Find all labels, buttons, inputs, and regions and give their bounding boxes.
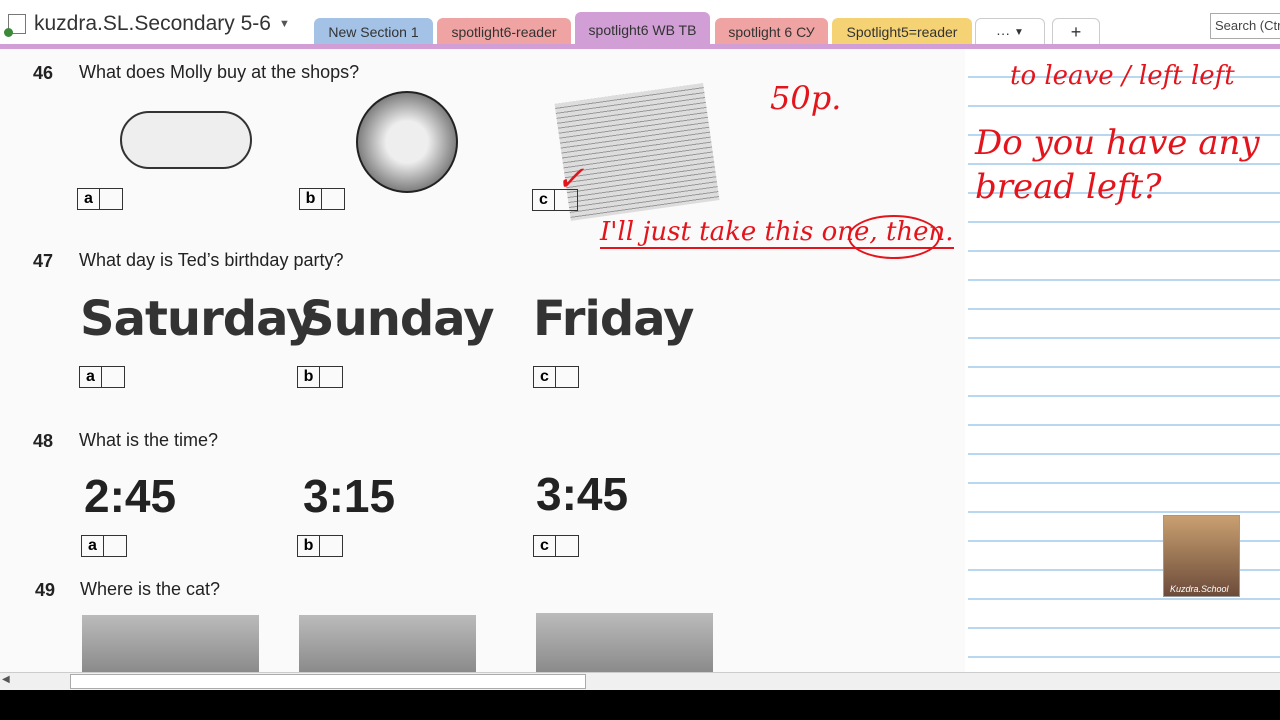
question-number: 48 bbox=[33, 431, 54, 451]
search-input[interactable]: Search (Ctrl bbox=[1210, 13, 1280, 39]
tab-bar: kuzdra.SL.Secondary 5-6 ▼ New Section 1 … bbox=[0, 0, 1280, 48]
question-text: Where is the cat? bbox=[80, 579, 221, 599]
notebook-title: kuzdra.SL.Secondary 5-6 bbox=[34, 12, 271, 35]
choice-time-a: 2:45 bbox=[84, 470, 177, 522]
answer-box-a[interactable]: a bbox=[79, 366, 125, 388]
tab-spotlight6-reader[interactable]: spotlight6-reader bbox=[437, 18, 571, 46]
tab-spotlight5-reader[interactable]: Spotlight5=reader bbox=[832, 18, 972, 46]
page-canvas[interactable]: 46 What does Molly buy at the shops? a b… bbox=[0, 49, 1280, 672]
bread-image bbox=[120, 111, 252, 169]
answer-box-a[interactable]: a bbox=[81, 535, 127, 557]
scrollbar-thumb[interactable] bbox=[70, 674, 586, 689]
avatar-label: Kuzdra.School bbox=[1170, 584, 1229, 594]
question-text: What does Molly buy at the shops? bbox=[79, 62, 360, 82]
more-label: ··· bbox=[996, 24, 1011, 41]
chevron-down-icon: ▼ bbox=[1013, 27, 1024, 38]
answer-box-b[interactable]: b bbox=[299, 188, 345, 210]
ink-checkmark[interactable]: ✓ bbox=[556, 159, 585, 199]
webcam-avatar: Kuzdra.School bbox=[1163, 515, 1240, 597]
bedroom-image-a bbox=[82, 615, 259, 672]
tab-spotlight-6-su[interactable]: spotlight 6 СУ bbox=[715, 18, 828, 46]
bedroom-image-b bbox=[299, 615, 476, 672]
answer-box-b[interactable]: b bbox=[297, 366, 343, 388]
scroll-left-icon[interactable]: ◀ bbox=[2, 674, 10, 685]
choice-friday: Friday bbox=[533, 291, 694, 347]
answer-box-c[interactable]: c bbox=[533, 366, 579, 388]
horizontal-scrollbar[interactable]: ◀ bbox=[0, 672, 1280, 690]
tab-spotlight6-wb-tb[interactable]: spotlight6 WB TB bbox=[575, 12, 710, 48]
ink-question[interactable]: Do you have any bread left? bbox=[975, 121, 1265, 209]
question-text: What is the time? bbox=[79, 430, 219, 450]
tab-new-section-1[interactable]: New Section 1 bbox=[314, 18, 433, 46]
more-sections-button[interactable]: ··· ▼ bbox=[975, 18, 1045, 46]
ink-vocab[interactable]: to leave / left left bbox=[1010, 61, 1235, 91]
question-number: 47 bbox=[33, 251, 54, 271]
question-text: What day is Ted’s birthday party? bbox=[79, 250, 344, 270]
answer-box-a[interactable]: a bbox=[77, 188, 123, 210]
answer-box-b[interactable]: b bbox=[297, 535, 343, 557]
answer-box-c[interactable]: c bbox=[533, 535, 579, 557]
notebook-selector[interactable]: kuzdra.SL.Secondary 5-6 ▼ bbox=[4, 12, 290, 37]
ink-circle[interactable] bbox=[848, 215, 940, 259]
choice-saturday: Saturday bbox=[80, 291, 317, 347]
ball-image bbox=[356, 91, 458, 193]
choice-time-c: 3:45 bbox=[536, 468, 629, 520]
ink-price[interactable]: 50p. bbox=[770, 79, 841, 117]
worksheet-image: 46 What does Molly buy at the shops? a b… bbox=[0, 49, 965, 672]
add-section-button[interactable]: + bbox=[1052, 18, 1100, 46]
choice-sunday: Sunday bbox=[300, 291, 494, 347]
question-number: 49 bbox=[35, 580, 56, 600]
chevron-down-icon: ▼ bbox=[278, 18, 290, 30]
question-number: 46 bbox=[33, 63, 54, 83]
choice-time-b: 3:15 bbox=[303, 470, 396, 522]
newspaper-image bbox=[554, 83, 720, 221]
bedroom-image-c bbox=[536, 613, 713, 672]
notebook-icon bbox=[4, 14, 26, 37]
